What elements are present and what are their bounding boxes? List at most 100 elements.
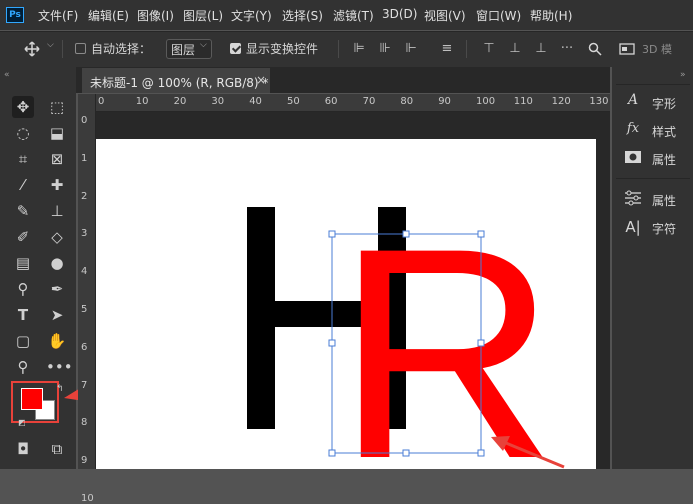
menu-3d[interactable]: 3D(D) [382, 7, 417, 21]
crop-tool-icon[interactable]: ⌗ [12, 148, 34, 170]
text-layer-r[interactable]: R [336, 187, 557, 504]
align-top-icon[interactable]: ⊤ [482, 42, 496, 56]
align-left-icon[interactable]: ⊫ [352, 42, 366, 56]
panel-label-styles[interactable]: 样式 [652, 123, 676, 140]
foreground-color-swatch[interactable] [21, 388, 43, 410]
panel-label-properties-2[interactable]: 属性 [652, 192, 676, 209]
collapse-icon[interactable]: « [4, 70, 10, 80]
zoom-tool-icon[interactable]: ⚲ [12, 356, 34, 378]
ruler-tick-label: 60 [324, 96, 338, 107]
ruler-tick-label: 0 [81, 115, 88, 126]
history-brush-tool-icon[interactable]: ✐ [12, 226, 34, 248]
menu-filter[interactable]: 滤镜(T) [333, 7, 374, 24]
ruler-vertical [78, 94, 96, 469]
search-icon[interactable] [588, 42, 602, 56]
menu-image[interactable]: 图像(I) [137, 7, 174, 24]
menu-edit[interactable]: 编辑(E) [88, 7, 129, 24]
blur-tool-icon[interactable]: ● [46, 252, 68, 274]
eraser-tool-icon[interactable]: ◇ [46, 226, 68, 248]
layer-select-value: 图层 [171, 43, 196, 57]
ruler-tick-label: 80 [400, 96, 414, 107]
ruler-tick-label: 2 [81, 190, 88, 202]
menu-select[interactable]: 选择(S) [282, 7, 323, 24]
panel-separator [616, 178, 690, 179]
ruler-tick-label: 20 [173, 96, 187, 107]
character-icon[interactable]: A [622, 92, 644, 110]
separator [338, 40, 339, 58]
ruler-tick-label: 8 [81, 417, 88, 429]
separator [466, 40, 467, 58]
align-hcenter-icon[interactable]: ⊪ [378, 42, 392, 56]
type-tool-icon[interactable]: T [12, 304, 34, 326]
screen-mode-tool-icon[interactable]: ⧉ [46, 438, 68, 460]
ruler-tick-label: 120 [551, 96, 571, 107]
menu-view[interactable]: 视图(V) [424, 7, 466, 24]
paragraph-icon[interactable]: A| [622, 218, 644, 236]
show-transform-label: 显示变换控件 [246, 42, 319, 56]
menu-type[interactable]: 文字(Y) [231, 7, 272, 24]
gradient-tool-icon[interactable]: ▤ [12, 252, 34, 274]
auto-select-label: 自动选择： [91, 42, 152, 56]
frame-tool-icon[interactable]: ⊠ [46, 148, 68, 170]
brush-tool-icon[interactable]: ✎ [12, 200, 34, 222]
menu-help[interactable]: 帮助(H) [530, 7, 572, 24]
align-vcenter-icon[interactable]: ⊥ [508, 42, 522, 56]
shape-tool-icon[interactable]: ▢ [12, 330, 34, 352]
more-options-icon[interactable]: ··· [560, 42, 574, 56]
adjust-icon[interactable] [624, 190, 642, 206]
canvas-artwork: R [247, 187, 557, 504]
align-right-icon[interactable]: ⊩ [404, 42, 418, 56]
mode-3d-label[interactable]: 3D 模 [642, 41, 672, 57]
stamp-tool-icon[interactable]: ⊥ [46, 200, 68, 222]
ruler-tick-label: 50 [287, 96, 300, 107]
ruler-tick-label: 7 [81, 379, 88, 391]
move-icon[interactable] [24, 41, 40, 57]
ruler-tick-label: 10 [135, 96, 149, 107]
menu-layer[interactable]: 图层(L) [183, 7, 223, 24]
healing-tool-icon[interactable]: ✚ [46, 174, 68, 196]
chevron-down-icon: ⌵ [200, 40, 207, 50]
ruler-tick-label: 110 [513, 96, 533, 107]
collapse-icon[interactable]: » [680, 70, 686, 80]
ruler-tick-label: 30 [211, 96, 225, 107]
ruler-tick-label: 5 [81, 304, 88, 315]
eyedropper-tool-icon[interactable]: ⁄ [12, 174, 34, 196]
ruler-tick-label: 0 [98, 96, 105, 107]
ruler-tick-label: 10 [81, 493, 94, 504]
more-tools-icon[interactable]: ••• [46, 356, 73, 378]
panel-label-glyphs[interactable]: 字形 [652, 95, 676, 112]
pen-tool-icon[interactable]: ✒ [46, 278, 68, 300]
workspace-icon[interactable] [619, 42, 635, 56]
lasso-tool-icon[interactable]: ◌ [12, 122, 34, 144]
ruler-tick-label: 70 [362, 96, 376, 107]
path-select-tool-icon[interactable]: ➤ [46, 304, 68, 326]
dodge-tool-icon[interactable]: ⚲ [12, 278, 34, 300]
menu-window[interactable]: 窗口(W) [476, 7, 521, 24]
distribute-icon[interactable]: ≡ [440, 42, 454, 56]
ruler-tick-label: 40 [249, 96, 262, 107]
ruler-tick-label: 90 [438, 96, 451, 107]
separator [62, 40, 63, 58]
show-transform-checkbox[interactable] [230, 43, 241, 54]
fx-icon[interactable]: fx [622, 121, 644, 139]
object-select-tool-icon[interactable]: ⬓ [46, 122, 68, 144]
marquee-tool-icon[interactable]: ⬚ [46, 96, 68, 118]
quick-mask-tool-icon[interactable]: ◘ [12, 438, 34, 460]
properties-icon[interactable] [624, 150, 642, 164]
menu-file[interactable]: 文件(F) [38, 7, 78, 24]
move-tool-icon[interactable]: ✥ [12, 96, 34, 118]
panel-label-properties[interactable]: 属性 [652, 151, 676, 168]
close-icon[interactable]: × [256, 73, 266, 87]
chevron-down-icon[interactable]: ⌵ [47, 40, 54, 50]
ps-logo: Ps [6, 7, 24, 23]
annotation-arrow-right [491, 436, 565, 469]
auto-select-checkbox[interactable] [75, 43, 86, 54]
hand-tool-icon[interactable]: ✋ [46, 330, 68, 352]
align-bottom-icon[interactable]: ⊥ [534, 42, 548, 56]
document-tab-title[interactable]: 未标题-1 @ 100% (R, RGB/8) * [90, 74, 268, 91]
ruler-tick-label: 4 [81, 266, 88, 278]
ruler-tick-label: 100 [476, 96, 496, 107]
panel-label-character[interactable]: 字符 [652, 220, 676, 237]
default-colors-icon[interactable]: ◩ [18, 418, 26, 427]
document-canvas[interactable]: R [96, 139, 596, 504]
